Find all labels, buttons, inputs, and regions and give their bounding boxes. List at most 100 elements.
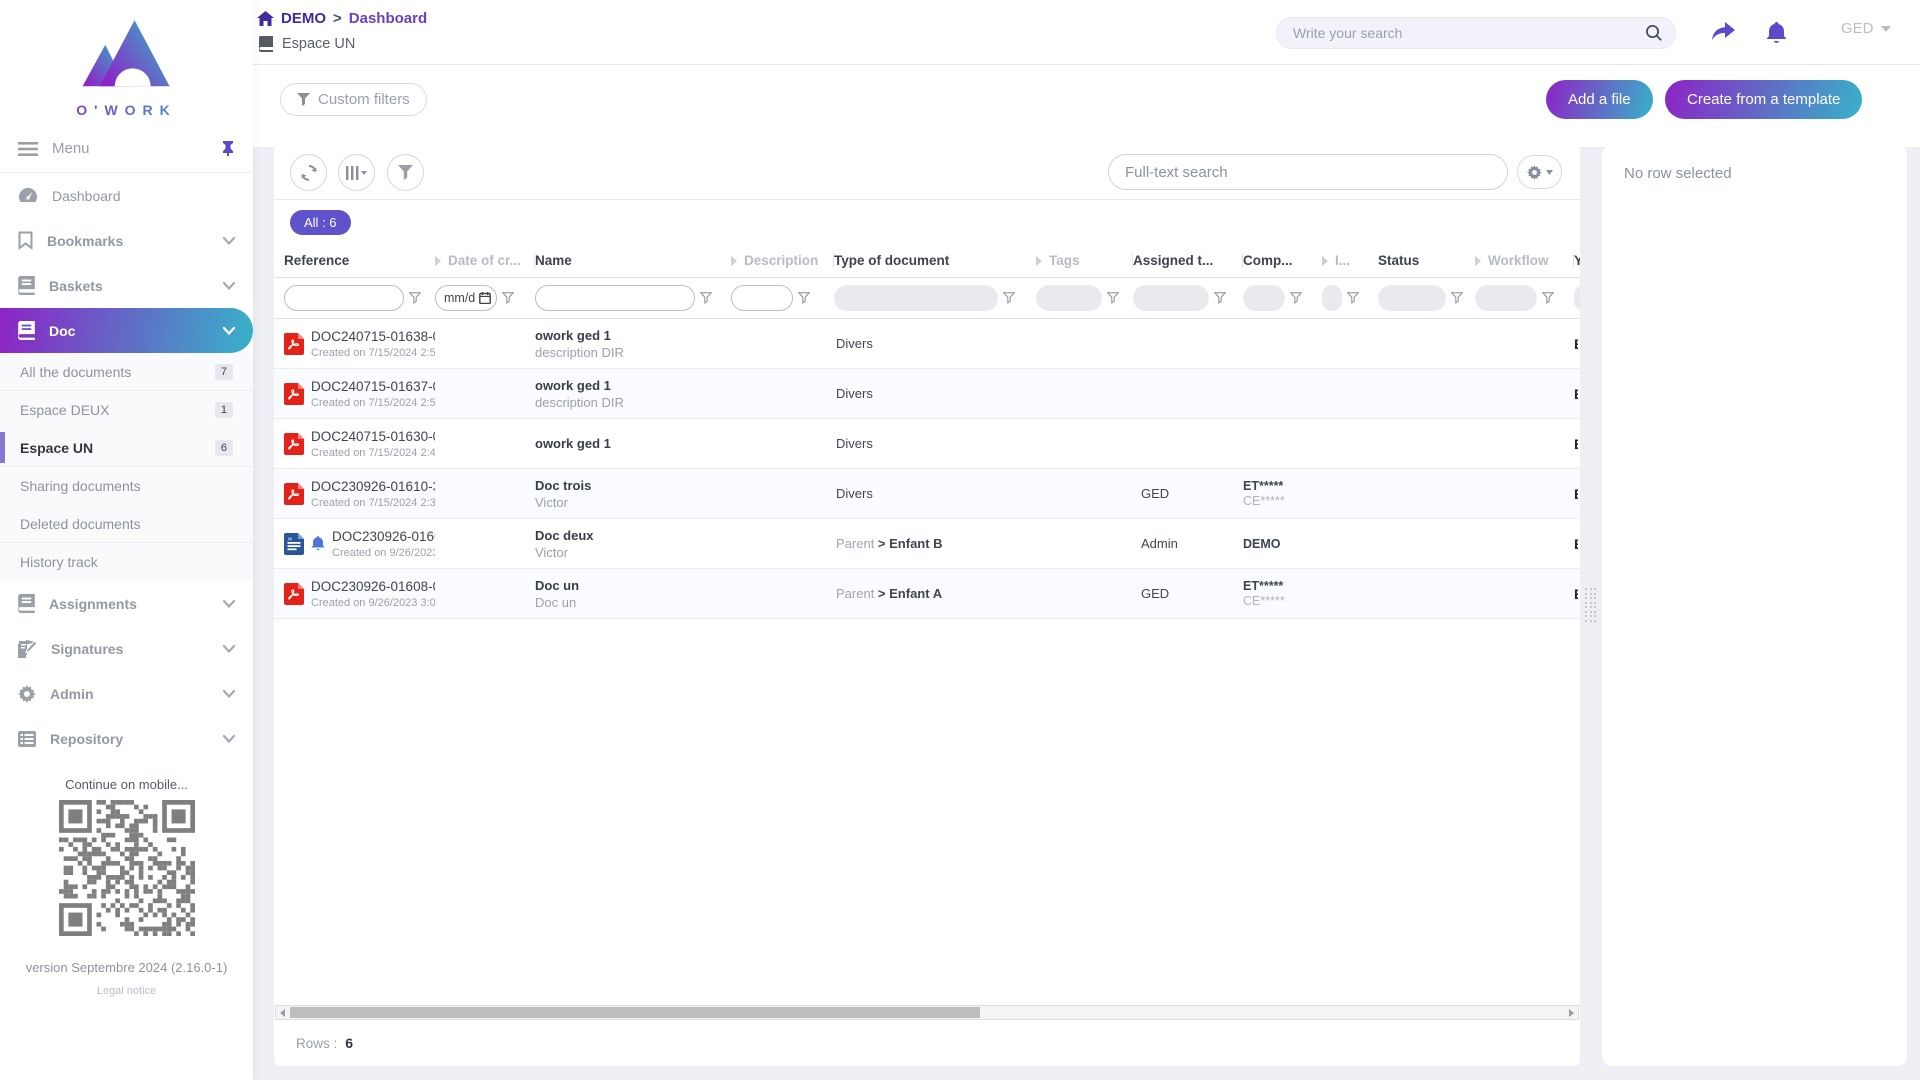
column-header-label: Date of cr... <box>448 253 521 268</box>
notifications-bell-icon[interactable] <box>1761 18 1791 48</box>
sidebar-item-signatures[interactable]: Signatures <box>0 626 253 671</box>
filter-button[interactable] <box>387 154 424 191</box>
filter-cell-assigned-t- <box>1133 285 1243 311</box>
document-reference: DOC230926-01609-0 <box>332 529 435 544</box>
column-header-y[interactable]: Y <box>1574 253 1580 268</box>
breadcrumb-separator: > <box>333 10 342 27</box>
table-row[interactable]: DOC230926-01608-0Created on 9/26/2023 3:… <box>274 569 1580 619</box>
sidebar-item-doc[interactable]: Doc <box>0 308 253 353</box>
horizontal-scrollbar[interactable] <box>275 1005 1579 1020</box>
table-row[interactable]: wDOC230926-01609-0Created on 9/26/2023 3… <box>274 519 1580 569</box>
sidebar-subitem-all-the-documents[interactable]: All the documents7 <box>0 353 253 391</box>
funnel-outline-icon[interactable] <box>700 292 712 304</box>
home-icon[interactable] <box>257 11 274 26</box>
scroll-right-arrow[interactable] <box>1569 1009 1574 1017</box>
filter-input-reference[interactable] <box>284 285 404 311</box>
filter-input-name[interactable] <box>535 285 695 311</box>
table-row[interactable]: DOC230926-01610-3Created on 7/15/2024 2:… <box>274 469 1580 519</box>
doc-icon <box>18 321 35 340</box>
column-header-reference[interactable]: Reference <box>284 253 435 268</box>
funnel-outline-icon[interactable] <box>1451 292 1463 304</box>
app-logo[interactable]: O'WORK <box>0 0 253 125</box>
user-menu[interactable]: GED <box>1841 20 1891 37</box>
refresh-button[interactable] <box>290 154 327 191</box>
sidebar-subitem-espace-un[interactable]: Espace UN6 <box>0 429 253 467</box>
document-name-subtitle: description DIR <box>535 395 731 410</box>
breadcrumb-root-link[interactable]: DEMO <box>281 10 326 27</box>
add-file-button[interactable]: Add a file <box>1546 80 1653 119</box>
column-header-workflow[interactable]: Workflow <box>1475 253 1574 268</box>
table-settings-button[interactable] <box>1517 155 1562 189</box>
expand-column-icon[interactable] <box>1036 256 1042 266</box>
sidebar-item-admin[interactable]: Admin <box>0 671 253 716</box>
column-header-i-[interactable]: I... <box>1322 253 1378 268</box>
document-name-subtitle: Doc un <box>535 595 731 610</box>
column-header-description[interactable]: Description <box>731 253 834 268</box>
pin-icon[interactable] <box>221 141 235 156</box>
company-sub: CE***** <box>1243 594 1322 608</box>
legal-notice-link[interactable]: Legal notice <box>0 985 253 997</box>
share-icon[interactable] <box>1708 18 1738 48</box>
filter-date-input[interactable]: mm/d <box>435 285 497 311</box>
sidebar-item-bookmarks[interactable]: Bookmarks <box>0 218 253 263</box>
column-header-label: Comp... <box>1243 253 1293 268</box>
table-row[interactable]: DOC240715-01638-0Created on 7/15/2024 2:… <box>274 319 1580 369</box>
scrollbar-thumb[interactable] <box>290 1007 980 1018</box>
funnel-outline-icon[interactable] <box>798 292 810 304</box>
document-name: owork ged 1 <box>535 436 731 451</box>
custom-filters-button[interactable]: Custom filters <box>280 83 427 116</box>
hamburger-icon[interactable] <box>18 142 38 156</box>
column-header-assigned-t-[interactable]: Assigned t... <box>1133 253 1243 268</box>
column-header-label: I... <box>1335 253 1350 268</box>
column-header-comp-[interactable]: Comp... <box>1243 253 1322 268</box>
count-badge: 6 <box>215 440 233 456</box>
columns-button[interactable] <box>338 154 375 191</box>
table-row[interactable]: DOC240715-01637-0Created on 7/15/2024 2:… <box>274 369 1580 419</box>
filter-cell-type-of-document <box>834 285 1036 311</box>
expand-column-icon[interactable] <box>1475 256 1481 266</box>
sidebar-item-dashboard[interactable]: Dashboard <box>0 173 253 218</box>
funnel-outline-icon[interactable] <box>1347 292 1359 304</box>
column-header-type-of-document[interactable]: Type of document <box>834 253 1036 268</box>
expand-column-icon[interactable] <box>731 256 737 266</box>
table-row[interactable]: DOC240715-01630-0Created on 7/15/2024 2:… <box>274 419 1580 469</box>
mobile-hint: Continue on mobile... <box>0 777 253 792</box>
create-from-template-button[interactable]: Create from a template <box>1665 80 1862 119</box>
sidebar-subitem-deleted-documents[interactable]: Deleted documents <box>0 505 253 543</box>
bookmark-icon <box>18 231 33 250</box>
search-icon[interactable] <box>1645 24 1663 42</box>
sidebar-subitem-espace-deux[interactable]: Espace DEUX1 <box>0 391 253 429</box>
filter-disabled-comp- <box>1243 285 1285 311</box>
sidebar-item-assignments[interactable]: Assignments <box>0 581 253 626</box>
scroll-left-arrow[interactable] <box>280 1009 285 1017</box>
sidebar-subitem-history-track[interactable]: History track <box>0 543 253 581</box>
sidebar-item-baskets[interactable]: Baskets <box>0 263 253 308</box>
reference-cell: wDOC230926-01609-0Created on 9/26/2023 3… <box>284 529 435 559</box>
all-count-badge[interactable]: All : 6 <box>290 210 351 235</box>
sidebar-item-label: Bookmarks <box>47 233 223 249</box>
type-of-document-cell: Divers <box>834 486 1036 501</box>
funnel-outline-icon[interactable] <box>1214 292 1226 304</box>
calendar-icon[interactable] <box>479 292 491 304</box>
document-reference: DOC230926-01608-0 <box>311 579 435 594</box>
sidebar-item-repository[interactable]: Repository <box>0 716 253 761</box>
funnel-outline-icon[interactable] <box>1542 292 1554 304</box>
funnel-outline-icon[interactable] <box>1003 292 1015 304</box>
funnel-icon <box>398 165 413 180</box>
expand-column-icon[interactable] <box>435 256 441 266</box>
filter-input-description[interactable] <box>731 285 793 311</box>
funnel-outline-icon[interactable] <box>1290 292 1302 304</box>
fulltext-search-input[interactable] <box>1125 164 1491 181</box>
sidebar-subitem-sharing-documents[interactable]: Sharing documents <box>0 467 253 505</box>
column-header-name[interactable]: Name <box>535 253 731 268</box>
expand-column-icon[interactable] <box>1322 256 1328 266</box>
column-header-date-of-cr-[interactable]: Date of cr... <box>435 253 535 268</box>
breadcrumb-current-link[interactable]: Dashboard <box>349 10 427 27</box>
column-header-tags[interactable]: Tags <box>1036 253 1133 268</box>
column-header-status[interactable]: Status <box>1378 253 1475 268</box>
funnel-outline-icon[interactable] <box>1107 292 1119 304</box>
funnel-outline-icon[interactable] <box>502 292 514 304</box>
panel-resize-handle[interactable] <box>1585 588 1599 622</box>
global-search-input[interactable] <box>1293 25 1645 41</box>
funnel-outline-icon[interactable] <box>409 292 421 304</box>
